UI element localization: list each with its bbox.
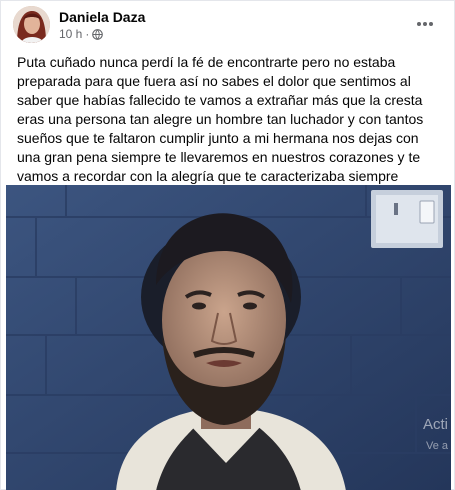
- post-time[interactable]: 10 h: [59, 27, 82, 41]
- author-name[interactable]: Daniela Daza: [59, 9, 145, 25]
- photo-illustration: [6, 185, 451, 490]
- post-header: Daniela Daza 10 h ·: [13, 6, 443, 44]
- post-photo[interactable]: Acti Ve a: [6, 185, 451, 490]
- meta-separator: ·: [85, 27, 90, 41]
- post-message: Puta cuñado nunca perdí la fé de encontr…: [17, 54, 424, 203]
- post-meta: 10 h ·: [59, 27, 104, 41]
- activation-watermark-sub: Ve a: [426, 440, 449, 452]
- post-text: Puta cuñado nunca perdí la fé de encontr…: [17, 53, 442, 205]
- globe-icon: [92, 28, 104, 40]
- author-avatar[interactable]: [13, 6, 50, 43]
- more-options-button[interactable]: [413, 12, 437, 36]
- more-horizontal-icon: [417, 22, 433, 26]
- activation-watermark: Acti: [423, 416, 449, 433]
- facebook-post: Daniela Daza 10 h · Puta cuñado nunca pe…: [0, 0, 455, 490]
